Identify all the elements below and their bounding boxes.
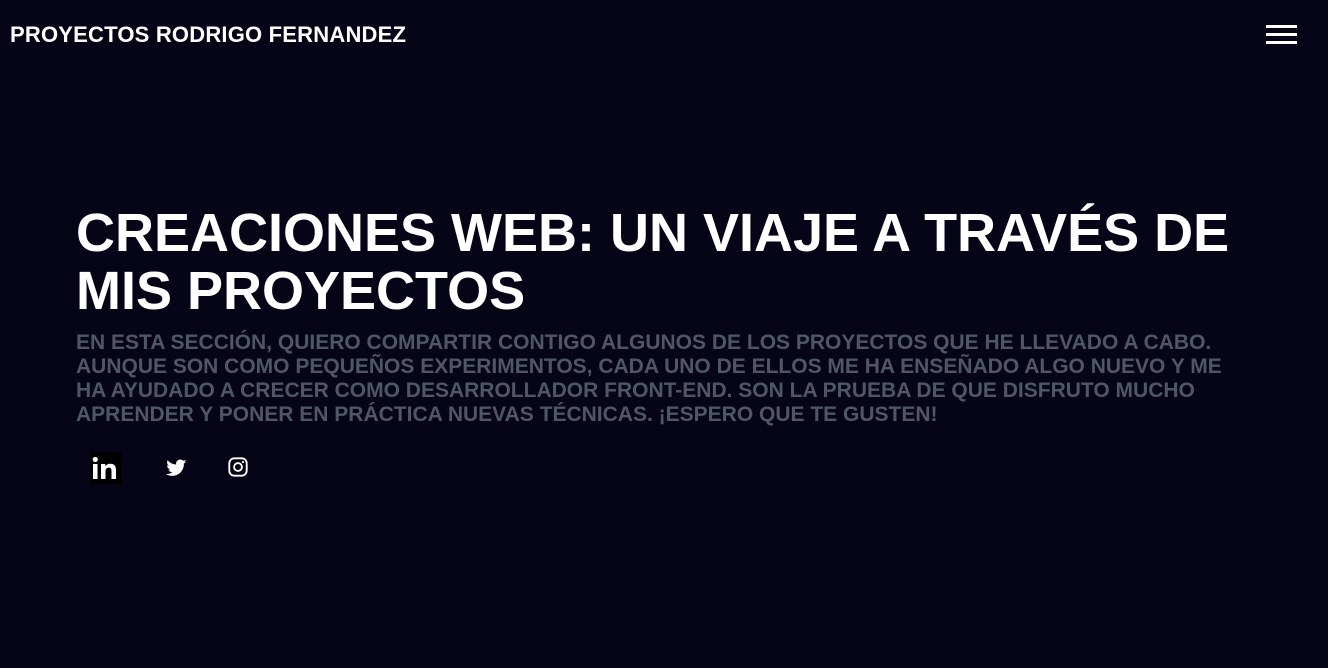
linkedin-icon (90, 452, 122, 484)
linkedin-link[interactable] (90, 452, 122, 484)
menu-line (1266, 33, 1297, 36)
hero-description: EN ESTA SECCIÓN, QUIERO COMPARTIR CONTIG… (76, 331, 1222, 426)
menu-line (1266, 25, 1297, 28)
instagram-icon (228, 457, 248, 477)
instagram-link[interactable] (227, 456, 249, 478)
twitter-link[interactable] (165, 457, 187, 479)
hero-title: CREACIONES WEB: UN VIAJE A TRAVÉS DE MIS… (76, 203, 1230, 321)
site-title[interactable]: PROYECTOS RODRIGO FERNANDEZ (10, 22, 406, 48)
menu-line (1266, 41, 1297, 44)
hamburger-menu-icon[interactable] (1266, 24, 1298, 48)
page: PROYECTOS RODRIGO FERNANDEZ CREACIONES W… (0, 0, 1328, 668)
twitter-icon (165, 459, 187, 476)
